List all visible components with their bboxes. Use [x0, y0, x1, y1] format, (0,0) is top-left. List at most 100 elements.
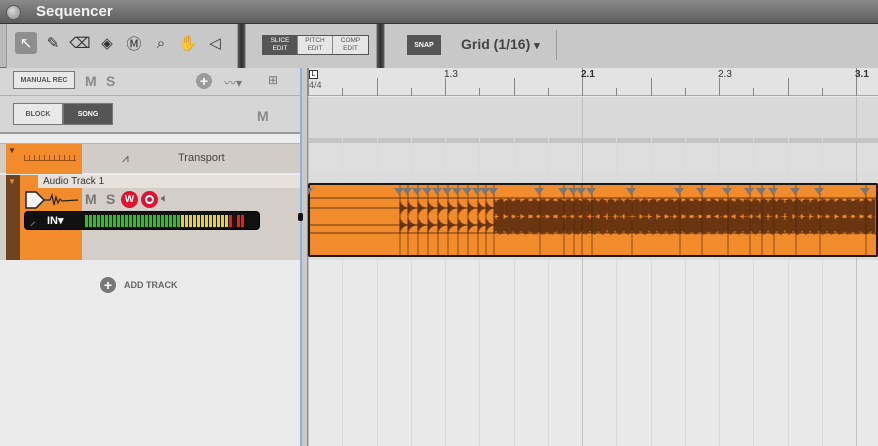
grid-view-icon[interactable]: ⊞	[268, 73, 278, 87]
close-window-icon[interactable]	[6, 5, 21, 20]
waveform-channel	[310, 198, 876, 218]
ruler-tick	[548, 88, 549, 96]
track-solo-button[interactable]: S	[106, 191, 115, 207]
pencil-tool-icon[interactable]: ✎	[42, 32, 64, 54]
grid-line	[582, 97, 583, 446]
slice-marker-icon[interactable]	[462, 188, 472, 195]
speaker-tool-icon[interactable]: ◁	[204, 32, 226, 54]
slice-marker-icon[interactable]	[558, 188, 568, 195]
snap-button[interactable]: SNAP	[407, 35, 441, 55]
monitor-icon[interactable]: W	[121, 191, 138, 208]
audio-track-1[interactable]: ▼ Audio Track 1 M S W 🔈︎ ⸝ IN▾	[0, 175, 302, 260]
edit-mode-section: SLICE EDIT PITCH EDIT COMP EDIT	[245, 24, 377, 68]
slice-marker-icon[interactable]	[626, 188, 636, 195]
slice-marker-icon[interactable]	[432, 188, 442, 195]
transport-ruler-icon	[24, 155, 76, 161]
ruler-tick	[308, 68, 309, 96]
input-select[interactable]: IN▾	[47, 214, 64, 227]
meter-segment	[177, 215, 180, 227]
input-source-icon[interactable]: ⸝	[30, 214, 36, 229]
magnify-tool-icon[interactable]: ⌕	[150, 32, 172, 54]
add-track-button[interactable]: + ADD TRACK	[100, 277, 178, 293]
meter-segment	[205, 215, 208, 227]
clip-start-marker-icon[interactable]	[308, 188, 313, 195]
slice-marker-icon[interactable]	[674, 188, 684, 195]
track-name[interactable]: Audio Track 1	[38, 175, 302, 188]
audio-waveform-icon	[25, 191, 79, 209]
pane-splitter[interactable]	[298, 68, 308, 446]
ruler-label: 2.1	[581, 69, 595, 80]
meter-segment	[185, 215, 188, 227]
meter-segment	[141, 215, 144, 227]
automation-icon[interactable]: 〰▾	[224, 74, 242, 91]
transport-track[interactable]: ▼ ⩘ Transport	[0, 143, 302, 174]
slice-marker-icon[interactable]	[452, 188, 462, 195]
manual-rec-button[interactable]: MANUAL REC	[13, 71, 75, 89]
ruler-label: 3.1	[855, 69, 869, 80]
splitter-handle[interactable]	[298, 213, 303, 221]
slice-marker-icon[interactable]	[586, 188, 596, 195]
slice-marker-icon[interactable]	[756, 188, 766, 195]
slice-marker-icon[interactable]	[790, 188, 800, 195]
record-controls: MANUAL REC M S + 〰▾ ⊞	[0, 68, 302, 96]
slice-marker-icon[interactable]	[488, 188, 498, 195]
slice-marker-icon[interactable]	[744, 188, 754, 195]
master-solo-button[interactable]: S	[106, 73, 115, 89]
slice-marker-icon[interactable]	[768, 188, 778, 195]
hand-tool-icon[interactable]: ✋	[177, 32, 199, 54]
ruler-tick	[719, 78, 720, 96]
timeline-ruler[interactable]: L 4/4 1.3 2.1 2.3 3.1	[308, 68, 878, 96]
slice-marker-icon[interactable]	[442, 188, 452, 195]
window-title: Sequencer	[36, 3, 113, 20]
ruler-tick	[377, 78, 378, 96]
slice-marker-icon[interactable]	[412, 188, 422, 195]
comp-edit-line1: COMP	[340, 37, 361, 44]
pointer-tool-icon[interactable]: ↖	[15, 32, 37, 54]
edit-mode-group: SLICE EDIT PITCH EDIT COMP EDIT	[262, 35, 369, 55]
grid-value: Grid (1/16)	[461, 36, 531, 52]
meter-segment	[153, 215, 156, 227]
track-mute-button[interactable]: M	[85, 191, 97, 207]
meter-segment	[93, 215, 96, 227]
master-mute-button[interactable]: M	[85, 73, 97, 89]
grid-line	[616, 97, 617, 446]
chevron-down-icon: ▾	[534, 40, 540, 52]
collapse-triangle-icon[interactable]: ▼	[8, 177, 16, 186]
song-mute-button[interactable]: M	[257, 108, 269, 124]
meter-segment	[189, 215, 192, 227]
slice-marker-icon[interactable]	[402, 188, 412, 195]
toolbar-divider	[556, 30, 557, 60]
song-mode-button[interactable]: SONG	[63, 103, 113, 125]
slice-marker-icon[interactable]	[860, 188, 870, 195]
automation-lane-icon[interactable]: ⩘	[122, 151, 129, 166]
eraser-tool-icon[interactable]: ⌫	[69, 32, 91, 54]
snap-section: SNAP Grid (1/16) ▾	[384, 24, 878, 68]
mute-tool-icon[interactable]: Ⓜ	[123, 32, 145, 54]
pitch-edit-button[interactable]: PITCH EDIT	[298, 36, 333, 54]
tool-section: ↖ ✎ ⌫ ◈ Ⓜ ⌕ ✋ ◁	[6, 24, 238, 68]
meter-segment	[193, 215, 196, 227]
slice-marker-icon[interactable]	[534, 188, 544, 195]
meter-segment	[197, 215, 200, 227]
razor-tool-icon[interactable]: ◈	[96, 32, 118, 54]
block-mode-button[interactable]: BLOCK	[13, 103, 63, 125]
arrange-view[interactable]: L 4/4 1.3 2.1 2.3 3.1	[308, 68, 878, 446]
slice-edit-button[interactable]: SLICE EDIT	[263, 36, 298, 54]
comp-edit-button[interactable]: COMP EDIT	[333, 36, 368, 54]
slice-marker-icon[interactable]	[422, 188, 432, 195]
ruler-tick	[445, 78, 446, 96]
slice-marker-icon[interactable]	[722, 188, 732, 195]
grid-select[interactable]: Grid (1/16) ▾	[461, 36, 540, 52]
loop-locator-icon[interactable]: L	[309, 70, 318, 79]
slice-marker-icon[interactable]	[576, 188, 586, 195]
meter-segment	[169, 215, 172, 227]
speaker-icon[interactable]: 🔈︎	[161, 191, 168, 206]
slice-marker-icon[interactable]	[814, 188, 824, 195]
record-arm-icon[interactable]	[141, 191, 158, 208]
slice-marker-icon[interactable]	[696, 188, 706, 195]
meter-segment	[241, 215, 244, 227]
add-icon[interactable]: +	[196, 73, 212, 89]
grid-line	[822, 97, 823, 446]
meter-segment	[109, 215, 112, 227]
collapse-triangle-icon[interactable]: ▼	[8, 146, 16, 155]
